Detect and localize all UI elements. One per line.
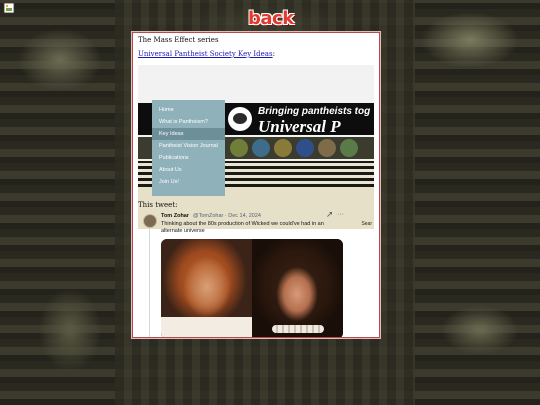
grok-icon[interactable]	[326, 211, 333, 218]
thumbnail	[296, 139, 314, 157]
thread-line	[149, 229, 150, 337]
tweet-image-right[interactable]	[252, 239, 343, 337]
tweet-card: Tom Zohar @TomZohar · Dec 14, 2024 ··· T…	[138, 211, 374, 337]
thumbnail	[252, 139, 270, 157]
key-ideas-link[interactable]: Universal Pantheist Society Key Ideas:	[138, 50, 275, 58]
menu-item-what-is-pantheism[interactable]: What is Pantheism?	[152, 116, 225, 128]
site-name: Universal P	[258, 117, 341, 136]
tweet-label: This tweet:	[138, 201, 178, 209]
menu-item-join-us[interactable]: Join Us!	[152, 176, 225, 188]
back-link[interactable]: back	[248, 8, 294, 29]
section-title: The Mass Effect series	[138, 36, 219, 44]
avatar[interactable]	[143, 214, 157, 228]
tweet-author-handle: @TomZohar · Dec 14, 2024	[193, 213, 261, 219]
tweet-media[interactable]	[161, 239, 343, 337]
menu-item-about-us[interactable]: About Us	[152, 164, 225, 176]
menu-item-journal[interactable]: Pantheist Vision Journal	[152, 140, 225, 152]
thumbnail	[340, 139, 358, 157]
content-panel: The Mass Effect series Universal Panthei…	[132, 32, 380, 338]
tweet-text: Thinking about the 80s production of Wic…	[161, 221, 324, 234]
key-ideas-link-text[interactable]: Universal Pantheist Society Key Ideas	[138, 50, 273, 58]
site-tagline: Bringing pantheists tog	[258, 106, 371, 117]
globe-logo-icon	[228, 107, 252, 131]
thumbnail	[318, 139, 336, 157]
thumbnail	[274, 139, 292, 157]
tweet-author-name[interactable]: Tom Zohar	[161, 213, 189, 219]
site-menu: Home What is Pantheism? Key Ideas Panthe…	[152, 100, 225, 196]
link-suffix: :	[272, 50, 275, 58]
more-icon[interactable]: ···	[337, 211, 344, 218]
menu-item-publications[interactable]: Publications	[152, 152, 225, 164]
bookmark-icon[interactable]	[3, 2, 15, 14]
menu-item-key-ideas[interactable]: Key Ideas	[152, 128, 225, 140]
tweet-image-left[interactable]	[161, 239, 252, 337]
menu-item-home[interactable]: Home	[152, 104, 225, 116]
thumbnail	[230, 139, 248, 157]
